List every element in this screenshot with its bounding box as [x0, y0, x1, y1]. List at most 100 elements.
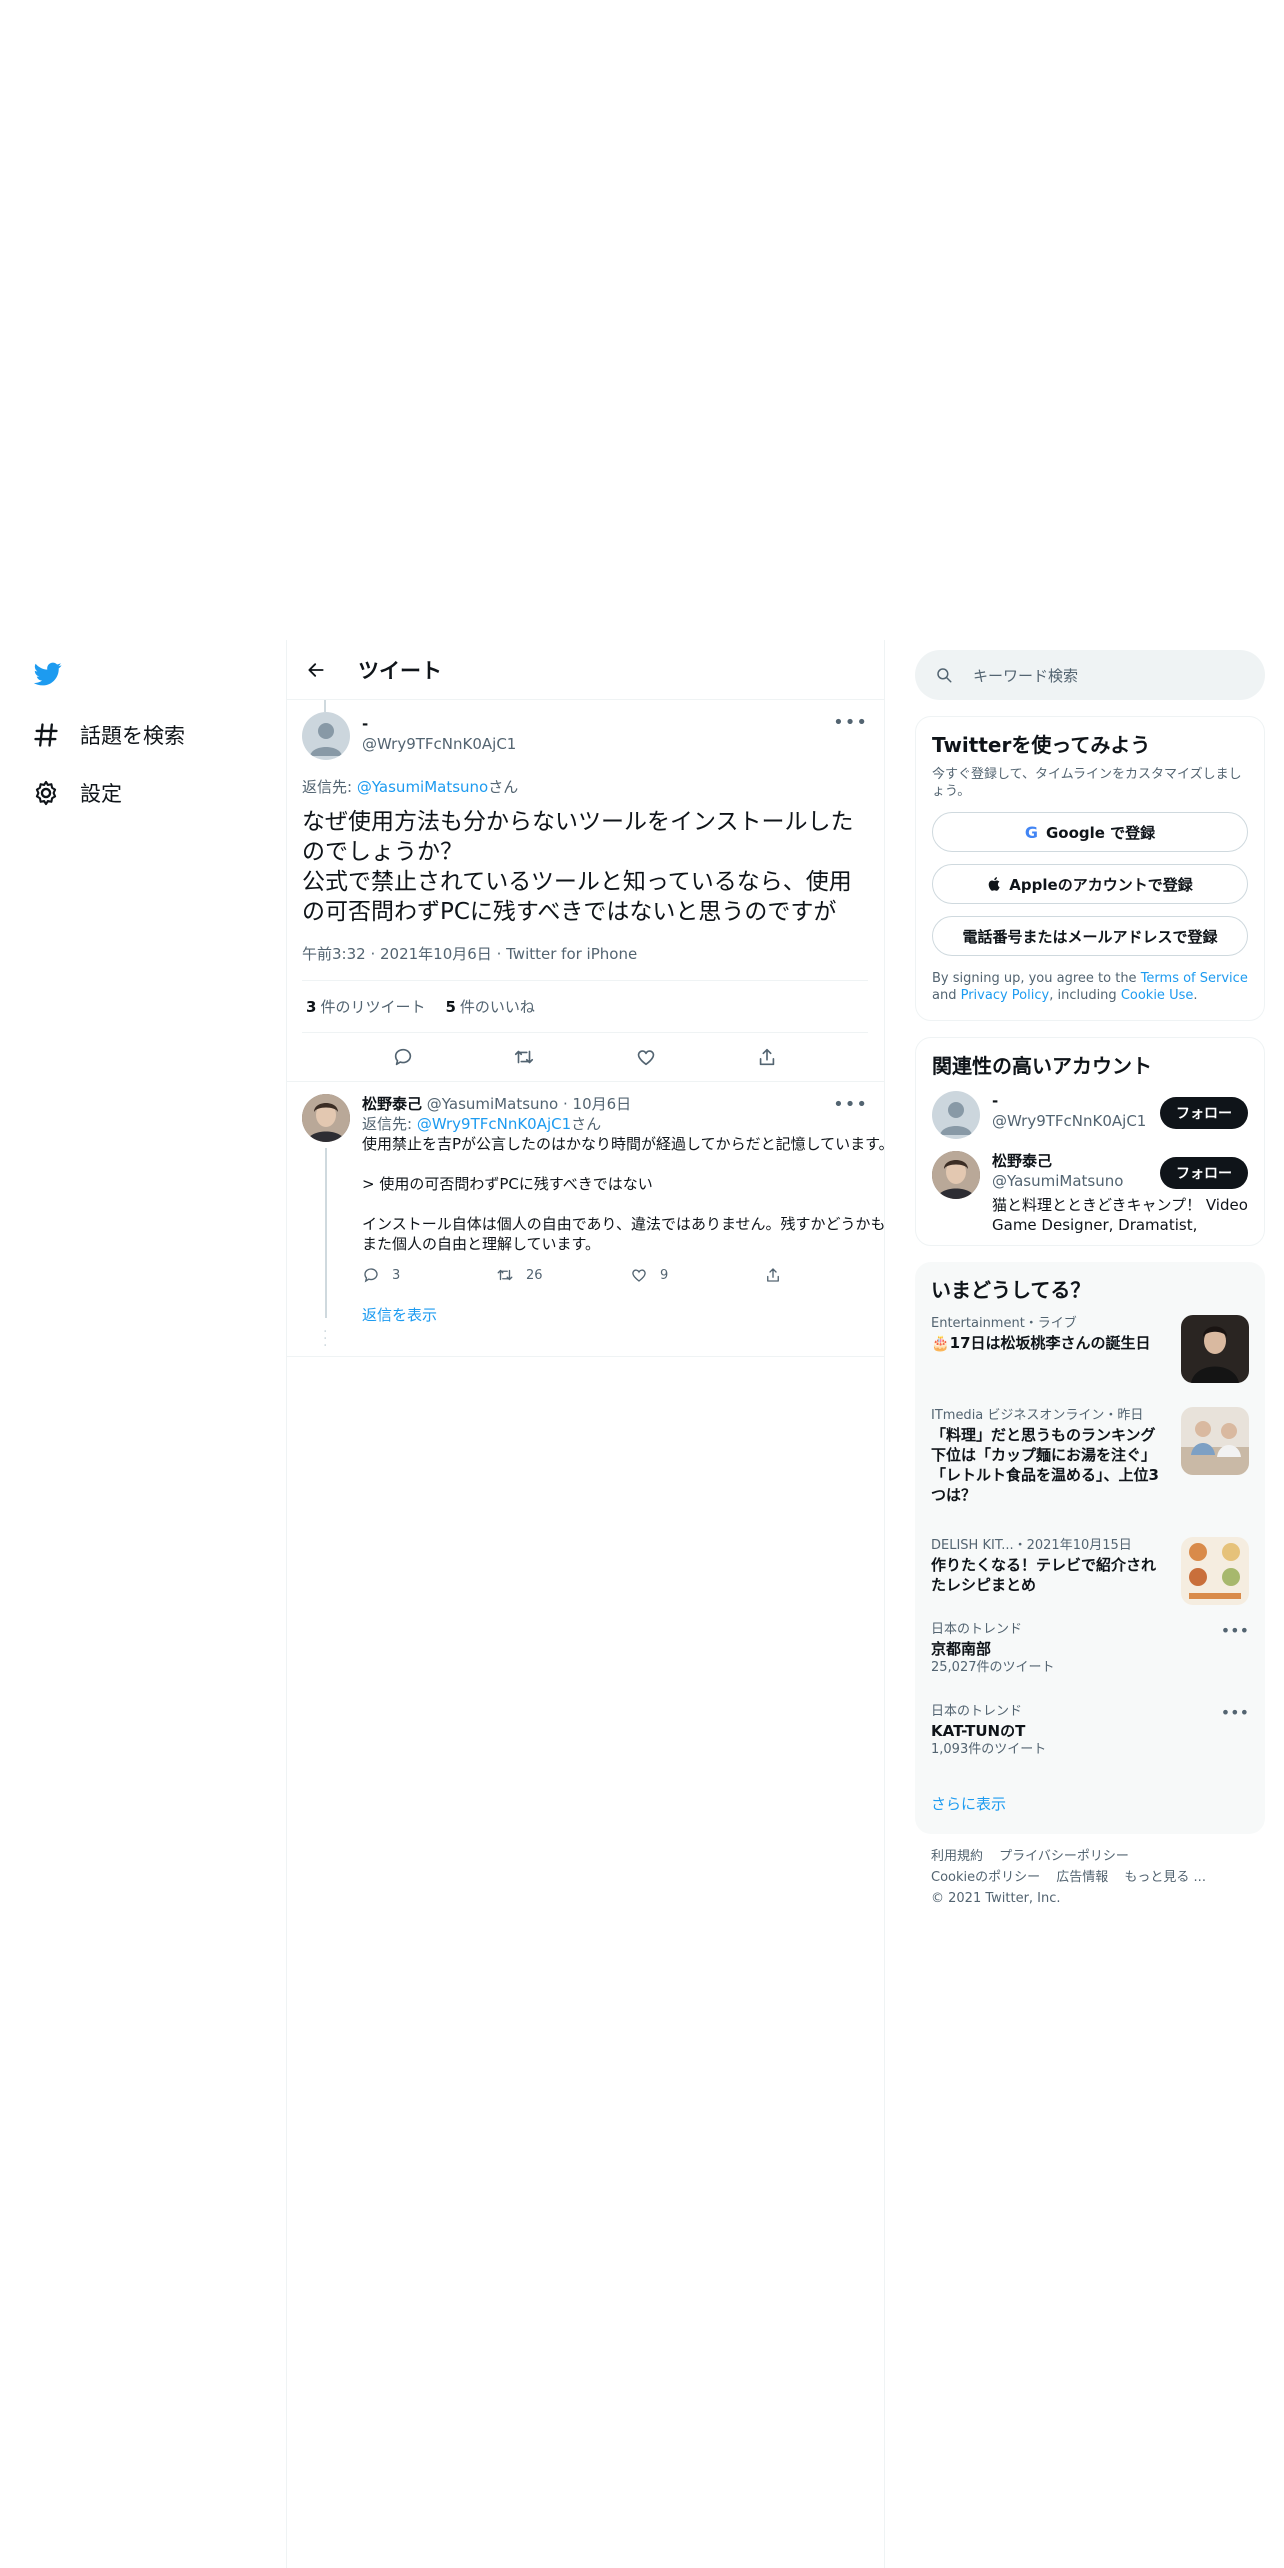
reply-to-handle-link[interactable]: @Wry9TFcNnK0AjC1: [417, 1115, 571, 1133]
likes-stat[interactable]: 5 件のいいね: [445, 996, 534, 1017]
twitter-logo-icon[interactable]: [32, 660, 64, 688]
reply-to-handle-link[interactable]: @YasumiMatsuno: [357, 778, 488, 796]
trend-item[interactable]: Entertainment・ライブ 🎂17日は松坂桃李さんの誕生日: [915, 1303, 1265, 1395]
main-header: ツイート: [286, 640, 884, 700]
avatar[interactable]: [302, 712, 350, 760]
trend-item[interactable]: ITmedia ビジネスオンライン・昨日 「料理」だと思うものランキング 下位は…: [915, 1395, 1265, 1525]
retweets-label: 件のリツイート: [320, 998, 426, 1016]
privacy-link[interactable]: Privacy Policy: [961, 988, 1050, 1003]
thread-connector: [325, 1148, 327, 1318]
trend-meta: ITmedia ビジネスオンライン・昨日: [931, 1408, 1144, 1423]
tweet-date[interactable]: 2021年10月6日: [380, 945, 492, 963]
terms-link[interactable]: 利用規約: [931, 1849, 983, 1864]
trend-thumbnail: [1181, 1537, 1249, 1605]
retweets-stat[interactable]: 3 件のリツイート: [306, 996, 425, 1017]
reply-suffix: さん: [571, 1115, 602, 1133]
reply-author-handle[interactable]: @YasumiMatsuno: [427, 1095, 558, 1113]
signup-description: 今すぐ登録して、タイムラインをカスタマイズしましょう。: [932, 767, 1242, 799]
reply-reply-button[interactable]: 3: [362, 1266, 496, 1284]
author-name[interactable]: -: [362, 714, 516, 734]
reply-icon[interactable]: [392, 1046, 414, 1068]
account-item[interactable]: 松野泰己 @YasumiMatsuno 猫と料理とときどきキャンプ！ Video…: [916, 1139, 1264, 1235]
trend-item[interactable]: 日本のトレンド KAT-TUNのT 1,093件のツイート •••: [915, 1691, 1265, 1773]
reply-tweet[interactable]: · · · 松野泰己 @YasumiMatsuno · 10月6日 ••• 返信先:…: [286, 1081, 894, 1357]
avatar[interactable]: [932, 1091, 980, 1139]
apple-signup-label: Appleのアカウントで登録: [1009, 875, 1193, 894]
reply-text: 使用禁止を吉Pが公言したのはかなり時間が経過してからだと記憶しています。 > 使…: [362, 1135, 894, 1253]
trend-item[interactable]: DELISH KIT...・2021年10月15日 作りたくなる！テレビで紹介さ…: [915, 1525, 1265, 1609]
nav-explore[interactable]: 話題を検索: [32, 715, 185, 755]
trend-item[interactable]: 日本のトレンド 京都南部 25,027件のツイート •••: [915, 1609, 1265, 1691]
more-options-icon[interactable]: •••: [833, 712, 868, 733]
ads-info-link[interactable]: 広告情報: [1056, 1870, 1108, 1885]
retweet-count: 3: [306, 998, 317, 1016]
reply-prefix: 返信先:: [302, 778, 357, 796]
legal-text: , including: [1049, 988, 1121, 1003]
footer: 利用規約 プライバシーポリシー Cookieのポリシー 広告情報 もっと見る .…: [915, 1834, 1265, 1921]
signup-title: Twitterを使ってみよう: [932, 733, 1151, 757]
tweet-time[interactable]: 午前3:32: [302, 945, 366, 963]
show-more-link[interactable]: さらに表示: [915, 1773, 1265, 1834]
avatar[interactable]: [302, 1094, 350, 1142]
nav-settings[interactable]: 設定: [32, 773, 122, 813]
terms-link[interactable]: Terms of Service: [1141, 971, 1248, 986]
reply-actions: 3 26 9: [362, 1266, 898, 1284]
follow-button[interactable]: フォロー: [1160, 1157, 1248, 1189]
trend-title: KAT-TUNのT: [931, 1722, 1026, 1740]
reply-retweet-button[interactable]: 26: [496, 1266, 630, 1284]
profile-photo: [302, 1094, 350, 1142]
retweet-icon: [497, 1269, 513, 1281]
heart-icon[interactable]: [635, 1046, 657, 1068]
reply-date[interactable]: 10月6日: [573, 1095, 632, 1113]
reply-author-name[interactable]: 松野泰己: [362, 1095, 422, 1113]
share-icon: [767, 1268, 779, 1282]
reply-icon: [364, 1268, 378, 1283]
cookie-link[interactable]: Cookie Use: [1121, 988, 1194, 1003]
reply-like-button[interactable]: 9: [630, 1266, 764, 1284]
likes-label: 件のいいね: [459, 998, 535, 1016]
search-bar[interactable]: キーワード検索: [915, 650, 1265, 700]
avatar[interactable]: [932, 1151, 980, 1199]
share-icon[interactable]: [756, 1046, 778, 1068]
tweet-text: なぜ使用方法も分からないツールをインストールしたのでしょうか？ 公式で禁止されて…: [302, 809, 854, 925]
more-options-icon[interactable]: •••: [1221, 1621, 1249, 1640]
trend-count: 1,093件のツイート: [931, 1742, 1047, 1757]
phone-signup-label: 電話番号またはメールアドレスで登録: [962, 927, 1218, 946]
hashtag-icon: [34, 723, 58, 747]
gear-icon: [35, 780, 57, 806]
search-icon: [937, 668, 952, 683]
reply-to-line: 返信先: @YasumiMatsunoさん: [302, 776, 868, 797]
tweet-stats: 3 件のリツイート 5 件のいいね: [302, 981, 868, 1033]
trend-title: 京都南部: [931, 1640, 992, 1658]
more-link[interactable]: もっと見る ...: [1124, 1870, 1206, 1885]
tweet-source[interactable]: Twitter for iPhone: [506, 945, 637, 963]
account-item[interactable]: - @Wry9TFcNnK0AjC1 フォロー: [916, 1079, 1264, 1139]
author-handle[interactable]: @Wry9TFcNnK0AjC1: [362, 734, 516, 754]
heart-icon: [632, 1269, 646, 1282]
search-input[interactable]: キーワード検索: [973, 665, 1078, 686]
trend-meta: Entertainment・ライブ: [931, 1316, 1077, 1331]
trend-meta: DELISH KIT...・2021年10月15日: [931, 1538, 1132, 1553]
right-sidebar: キーワード検索 Twitterを使ってみよう 今すぐ登録して、タイムラインをカス…: [915, 640, 1265, 1921]
follow-button[interactable]: フォロー: [1160, 1097, 1248, 1129]
show-replies-link[interactable]: 返信を表示: [362, 1304, 898, 1325]
reply-more-options-icon[interactable]: •••: [833, 1094, 868, 1115]
back-button[interactable]: [296, 650, 336, 690]
arrow-left-icon: [308, 662, 324, 677]
privacy-link[interactable]: プライバシーポリシー: [999, 1849, 1129, 1864]
trend-meta: 日本のトレンド: [931, 1622, 1023, 1637]
column-divider-right: [884, 640, 885, 2568]
profile-photo: [932, 1151, 980, 1199]
cookie-policy-link[interactable]: Cookieのポリシー: [931, 1870, 1040, 1885]
apple-signup-button[interactable]: Appleのアカウントで登録: [932, 864, 1248, 904]
more-options-icon[interactable]: •••: [1221, 1703, 1249, 1722]
phone-email-signup-button[interactable]: 電話番号またはメールアドレスで登録: [932, 916, 1248, 956]
retweet-icon[interactable]: [513, 1046, 535, 1068]
nav-explore-label: 話題を検索: [80, 724, 185, 748]
google-signup-button[interactable]: G Google で登録: [932, 812, 1248, 852]
legal-text: .: [1193, 988, 1198, 1003]
reply-share-button[interactable]: [764, 1266, 898, 1284]
related-title: 関連性の高いアカウント: [932, 1054, 1152, 1078]
nav-settings-label: 設定: [80, 782, 122, 806]
trends-title: いまどうしてる？: [931, 1278, 1091, 1302]
